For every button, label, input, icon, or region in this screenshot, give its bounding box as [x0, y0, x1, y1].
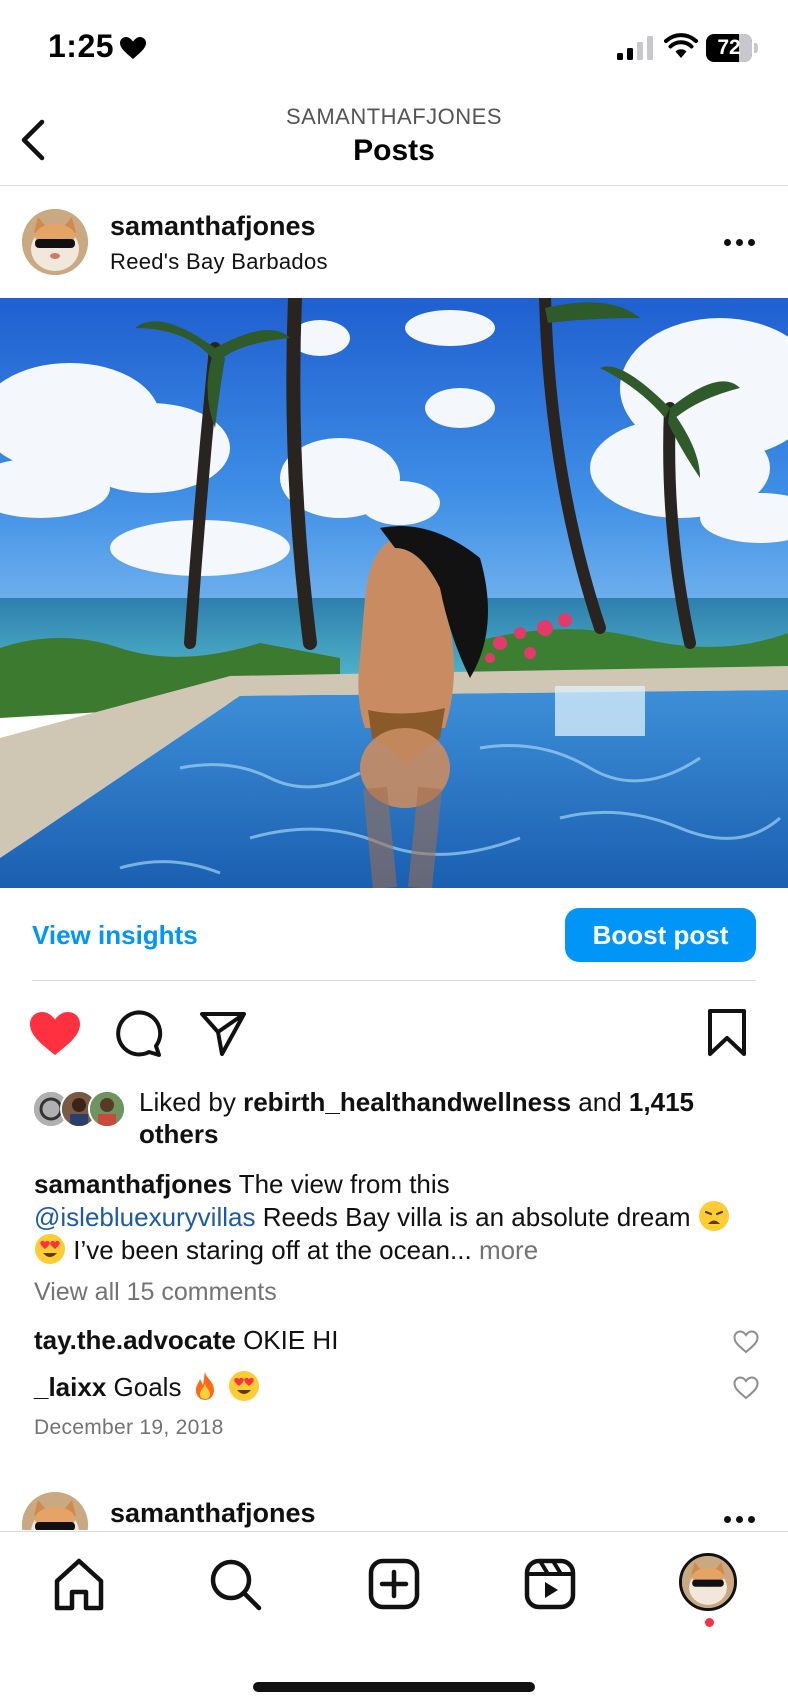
divider: [32, 980, 756, 981]
post-username[interactable]: samanthafjones: [110, 211, 316, 242]
tab-bar: [0, 1531, 788, 1706]
profile-tab-avatar[interactable]: [679, 1553, 737, 1611]
caption-more-link[interactable]: more: [479, 1235, 538, 1265]
comment-row: tay.the.advocate OKIE HI: [34, 1325, 338, 1356]
page-title: Posts: [353, 134, 435, 167]
notification-dot: [705, 1618, 714, 1627]
more-options-icon[interactable]: [720, 233, 764, 253]
create-post-icon[interactable]: [364, 1554, 424, 1614]
more-options-icon[interactable]: [720, 1510, 764, 1530]
profile-username-heading: SAMANTHAFJONES: [285, 104, 503, 129]
comment-row: _laixx Goals: [34, 1370, 260, 1403]
boost-post-button[interactable]: Boost post: [565, 908, 756, 962]
battery-percent: 72: [717, 36, 741, 59]
caption-mention[interactable]: @islebluexuryvillas: [34, 1202, 255, 1232]
post-location[interactable]: Reed's Bay Barbados: [110, 249, 328, 275]
avatar[interactable]: [22, 209, 88, 275]
comment-like-icon[interactable]: [733, 1330, 759, 1354]
post-date: December 19, 2018: [34, 1416, 224, 1439]
top-liker-link[interactable]: rebirth_healthandwellness: [243, 1087, 571, 1117]
caption-text-3: I’ve been staring off at the ocean...: [73, 1235, 472, 1265]
battery-icon: 72: [706, 34, 758, 62]
view-all-comments-link[interactable]: View all 15 comments: [34, 1278, 277, 1307]
caption-text-1: The view from this: [238, 1169, 450, 1199]
wifi-icon: [664, 33, 698, 58]
bookmark-icon[interactable]: [706, 1008, 748, 1058]
comment-like-icon[interactable]: [733, 1376, 759, 1400]
liker-avatars[interactable]: [32, 1090, 128, 1128]
weary-face-icon: [698, 1201, 729, 1231]
comment-text: OKIE HI: [243, 1325, 339, 1355]
post-username[interactable]: samanthafjones: [110, 1498, 316, 1529]
next-post-header: samanthafjones: [0, 1490, 788, 1530]
nav-header: SAMANTHAFJONES Posts: [0, 100, 788, 186]
likes-joiner: and: [578, 1087, 622, 1117]
caption-text-2: Reeds Bay villa is an absolute dream: [262, 1202, 691, 1232]
comment-username[interactable]: tay.the.advocate: [34, 1325, 236, 1355]
status-time: 1:25: [48, 28, 115, 64]
home-icon[interactable]: [49, 1554, 109, 1614]
beach-pool-photo: [0, 298, 788, 888]
post-header: samanthafjones Reed's Bay Barbados: [0, 187, 788, 297]
heart-eyes-icon: [228, 1371, 259, 1401]
view-insights-link[interactable]: View insights: [32, 920, 198, 951]
comment-text: Goals: [113, 1372, 182, 1402]
post-caption: samanthafjones The view from this @isleb…: [34, 1168, 754, 1266]
post-image[interactable]: [0, 298, 788, 888]
avatar[interactable]: [22, 1492, 88, 1530]
reels-icon[interactable]: [520, 1554, 580, 1614]
comment-username[interactable]: _laixx: [34, 1372, 106, 1402]
heart-status-icon: [120, 37, 146, 59]
search-icon[interactable]: [205, 1554, 265, 1614]
heart-filled-icon[interactable]: [28, 1010, 82, 1058]
signal-icon: [617, 36, 653, 60]
comment-icon[interactable]: [113, 1008, 163, 1058]
status-bar: 1:25 72: [0, 0, 788, 100]
heart-eyes-icon: [35, 1234, 65, 1264]
fire-icon: [195, 1372, 214, 1400]
caption-username[interactable]: samanthafjones: [34, 1169, 232, 1199]
home-indicator[interactable]: [253, 1682, 535, 1692]
likes-summary[interactable]: Liked by rebirth_healthandwellness and 1…: [139, 1086, 759, 1150]
send-icon[interactable]: [198, 1008, 248, 1058]
likes-prefix: Liked by: [139, 1087, 236, 1117]
